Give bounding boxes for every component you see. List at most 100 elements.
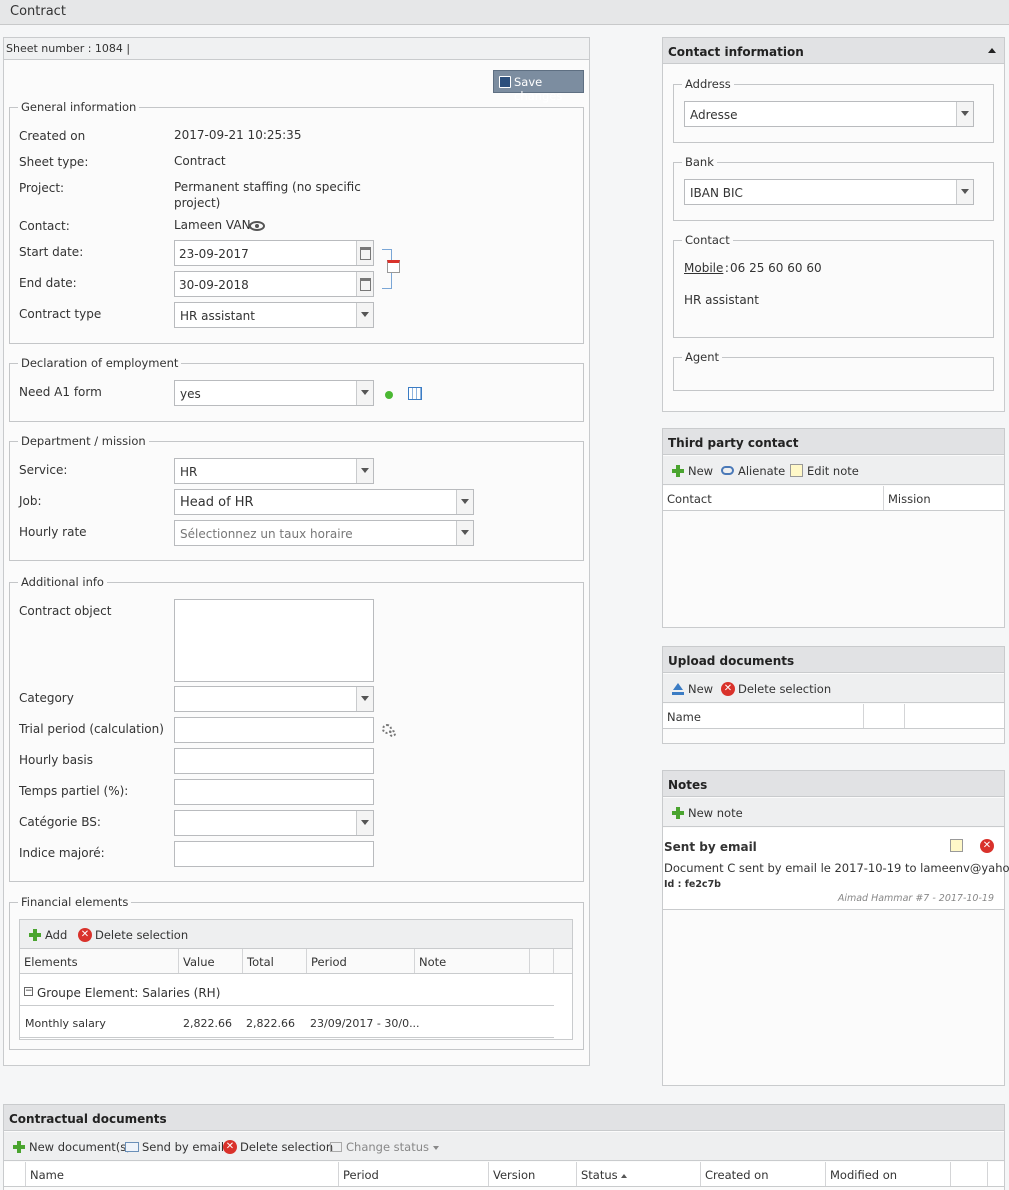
upload-delete-button[interactable]: ✕ Delete selection [721, 681, 831, 697]
col-elements[interactable]: Elements [20, 949, 179, 973]
partial-time-input[interactable] [174, 779, 374, 805]
indice-input[interactable] [174, 841, 374, 867]
start-date-input[interactable]: 23-09-2017 [174, 240, 374, 266]
plus-icon [12, 1140, 26, 1154]
col-doc-period[interactable]: Period [339, 1162, 489, 1186]
contract-type-select[interactable]: HR assistant [174, 302, 374, 328]
notes-title: Notes [668, 778, 708, 792]
delete-selection-button[interactable]: ✕ Delete selection [78, 927, 188, 943]
delete-icon: ✕ [721, 682, 735, 696]
department-legend: Department / mission [18, 434, 149, 448]
note-author: Aimad Hammar #7 - 2017-10-19 [837, 893, 994, 904]
col-doc-version[interactable]: Version [489, 1162, 577, 1186]
service-label: Service: [19, 463, 68, 477]
pencil-icon [790, 464, 803, 477]
service-value: HR [180, 465, 198, 479]
third-party-grid-header: Contact Mission [663, 486, 1004, 511]
job-label: Job: [19, 494, 42, 508]
documents-toolbar: New document(s) Send by email ✕ Delete se… [4, 1132, 1004, 1161]
table-row[interactable]: Monthly salary 2,822.66 2,822.66 23/09/2… [20, 1007, 554, 1038]
window-title: Contract [10, 4, 66, 19]
job-select[interactable]: Head of HR [174, 489, 474, 515]
hourly-rate-label: Hourly rate [19, 525, 87, 539]
upload-new-label: New [688, 682, 714, 696]
hourly-rate-select[interactable]: Sélectionnez un taux horaire [174, 520, 474, 546]
category-select[interactable] [174, 686, 374, 712]
bank-select[interactable]: IBAN BIC [684, 179, 974, 205]
new-contact-label: New [688, 464, 714, 478]
col-mission[interactable]: Mission [884, 486, 1004, 510]
created-on-value: 2017-09-21 10:25:35 [174, 128, 302, 142]
send-email-button[interactable]: Send by email [125, 1139, 224, 1155]
date-range-calendar-icon[interactable] [387, 260, 400, 273]
notes-panel: Notes New note Sent by email ✕ Document … [662, 770, 1009, 1086]
new-document-button[interactable]: New document(s) [12, 1139, 131, 1155]
end-date-calendar-icon[interactable] [356, 272, 373, 296]
add-button[interactable]: Add [28, 927, 67, 943]
hourly-basis-label: Hourly basis [19, 753, 93, 767]
col-spacer-a [864, 704, 905, 728]
mobile-link[interactable]: Mobile [684, 261, 723, 275]
upload-delete-label: Delete selection [738, 682, 832, 696]
col-doc-created[interactable]: Created on [701, 1162, 826, 1186]
a1-form-value: yes [180, 387, 201, 401]
alienate-button[interactable]: Alienate [721, 463, 785, 479]
new-note-button[interactable]: New note [671, 805, 743, 821]
contractual-documents-panel: Contractual documents New document(s) Se… [3, 1104, 1005, 1190]
save-changes-button[interactable]: Save changes [493, 70, 584, 103]
chevron-down-icon [356, 459, 373, 483]
end-date-input[interactable]: 30-09-2018 [174, 271, 374, 297]
documents-grid-header: Name Period Version Status Created on Mo… [4, 1162, 1004, 1187]
a1-form-select[interactable]: yes [174, 380, 374, 406]
upload-documents-header: Upload documents [663, 647, 1004, 673]
start-date-calendar-icon[interactable] [356, 241, 373, 265]
trial-period-input[interactable] [174, 717, 374, 743]
col-note[interactable]: Note [415, 949, 530, 973]
row-period: 23/09/2017 - 30/0... [310, 1017, 420, 1030]
table-grid-icon[interactable] [408, 387, 422, 400]
eye-icon[interactable] [249, 221, 265, 231]
change-status-button[interactable]: Change status [329, 1139, 440, 1155]
service-select[interactable]: HR [174, 458, 374, 484]
group-label: Groupe Element: Salaries (RH) [37, 986, 221, 1000]
contract-type-value: HR assistant [180, 309, 255, 323]
delete-documents-button[interactable]: ✕ Delete selection [223, 1139, 333, 1155]
contract-object-textarea[interactable] [174, 599, 374, 682]
delete-note-icon[interactable]: ✕ [980, 839, 994, 853]
col-doc-modified[interactable]: Modified on [826, 1162, 951, 1186]
col-contact[interactable]: Contact [663, 486, 884, 510]
col-period[interactable]: Period [307, 949, 415, 973]
new-document-label: New document(s) [29, 1140, 131, 1154]
edit-note-button[interactable]: Edit note [790, 463, 859, 479]
collapse-icon[interactable]: − [24, 987, 33, 996]
delete-icon: ✕ [223, 1140, 237, 1154]
col-doc-status[interactable]: Status [577, 1162, 701, 1186]
col-doc-name[interactable]: Name [26, 1162, 339, 1186]
created-on-label: Created on [19, 129, 86, 143]
end-date-value: 30-09-2018 [179, 278, 249, 292]
category-bs-select[interactable] [174, 810, 374, 836]
delete-selection-label: Delete selection [95, 928, 189, 942]
send-email-label: Send by email [142, 1140, 225, 1154]
upload-new-button[interactable]: New [671, 681, 713, 697]
contact-information-header[interactable]: Contact information [663, 38, 1004, 64]
edit-note-icon[interactable] [950, 839, 963, 852]
note-title: Sent by email [664, 840, 757, 854]
col-name[interactable]: Name [663, 704, 864, 728]
hourly-basis-input[interactable] [174, 748, 374, 774]
col-value[interactable]: Value [179, 949, 243, 973]
financial-group-row[interactable]: − Groupe Element: Salaries (RH) [20, 975, 554, 1006]
address-select[interactable]: Adresse [684, 101, 974, 127]
new-note-label: New note [688, 806, 743, 820]
title-bar: Contract [0, 0, 1009, 25]
chevron-down-icon [356, 687, 373, 711]
new-contact-button[interactable]: New [671, 463, 713, 479]
category-label: Category [19, 691, 74, 705]
collapse-arrow-icon[interactable] [988, 48, 996, 53]
alienate-label: Alienate [738, 464, 786, 478]
col-total[interactable]: Total [243, 949, 307, 973]
start-date-label: Start date: [19, 245, 84, 259]
row-total: 2,822.66 [246, 1017, 295, 1030]
agent-fieldset: Agent [673, 350, 994, 391]
contract-type-label: Contract type [19, 307, 102, 321]
